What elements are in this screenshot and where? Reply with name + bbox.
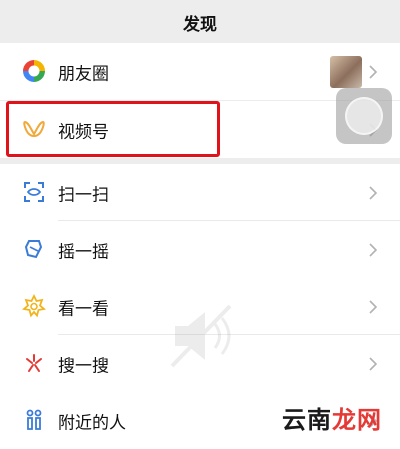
- watermark: 云南龙网: [282, 400, 382, 435]
- people-nearby-icon: [26, 409, 42, 430]
- list-item-label: 朋友圈: [58, 64, 109, 84]
- chevron-right-icon: [369, 356, 378, 371]
- chevron-right-icon: [369, 64, 378, 79]
- moments-thumbnail: [330, 56, 362, 88]
- assistive-touch-inner: [345, 97, 383, 135]
- list-item-label: 扫一扫: [58, 185, 109, 205]
- scan-icon: [24, 182, 44, 202]
- search-icon: [26, 354, 42, 372]
- top-stories-icon: [22, 294, 46, 318]
- muted-speaker-icon: [170, 304, 232, 368]
- list-item-shake[interactable]: 摇一摇: [0, 221, 400, 278]
- list-item-scan[interactable]: 扫一扫: [0, 164, 400, 221]
- highlight-box: [6, 101, 220, 157]
- list-item-label: 搜一搜: [58, 356, 109, 376]
- page-title: 发现: [183, 14, 217, 35]
- chevron-right-icon: [369, 242, 378, 257]
- assistive-touch-button[interactable]: [336, 88, 392, 144]
- watermark-part2: 龙网: [332, 406, 382, 434]
- page-header: 发现: [0, 0, 400, 44]
- list-item-label: 附近的人: [58, 413, 126, 433]
- chevron-right-icon: [369, 299, 378, 314]
- watermark-part1: 云南: [282, 406, 332, 434]
- shake-icon: [24, 240, 43, 259]
- list-item-label: 看一看: [58, 299, 109, 319]
- group-scan-shake: 扫一扫 摇一摇: [0, 164, 400, 278]
- list-item-label: 摇一摇: [58, 242, 109, 262]
- moments-icon: [23, 60, 45, 82]
- chevron-right-icon: [369, 185, 378, 200]
